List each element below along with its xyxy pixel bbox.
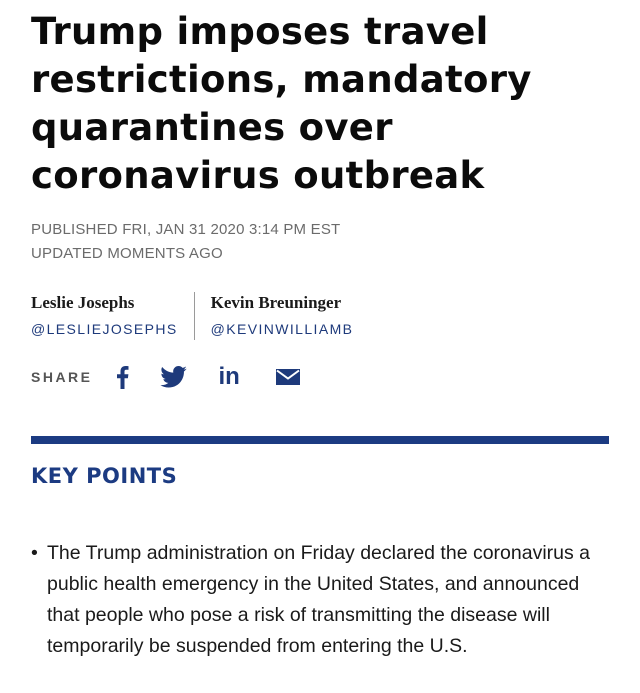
- key-points-title: KEY POINTS: [31, 464, 178, 488]
- author-twitter-handle[interactable]: @KEVINWILLIAMB: [211, 318, 354, 340]
- list-item: • The Trump administration on Friday dec…: [31, 538, 591, 662]
- article-header: Trump imposes travel restrictions, manda…: [31, 8, 611, 392]
- author-name[interactable]: Kevin Breuninger: [211, 292, 354, 314]
- author-kevin-breuninger: Kevin Breuninger @KEVINWILLIAMB: [193, 292, 354, 340]
- share-bar: SHARE in: [31, 362, 611, 392]
- twitter-icon[interactable]: [159, 362, 189, 392]
- article-meta: PUBLISHED FRI, JAN 31 2020 3:14 PM EST U…: [31, 218, 611, 266]
- author-twitter-handle[interactable]: @LESLIEJOSEPHS: [31, 318, 178, 340]
- published-timestamp: PUBLISHED FRI, JAN 31 2020 3:14 PM EST: [31, 221, 341, 238]
- email-icon[interactable]: [274, 362, 302, 392]
- key-points-list: • The Trump administration on Friday dec…: [31, 538, 609, 662]
- key-point-text: The Trump administration on Friday decla…: [47, 542, 591, 657]
- author-byline: Leslie Josephs @LESLIEJOSEPHS Kevin Breu…: [31, 292, 611, 340]
- bullet-icon: •: [31, 542, 38, 564]
- section-divider: [31, 436, 609, 444]
- linkedin-icon[interactable]: in: [219, 362, 240, 392]
- author-name[interactable]: Leslie Josephs: [31, 292, 178, 314]
- updated-timestamp: UPDATED MOMENTS AGO: [31, 245, 223, 262]
- key-points-section: KEY POINTS • The Trump administration on…: [31, 462, 609, 662]
- facebook-icon[interactable]: [111, 362, 135, 392]
- share-label: SHARE: [31, 369, 93, 385]
- author-leslie-josephs: Leslie Josephs @LESLIEJOSEPHS: [31, 292, 194, 340]
- article-headline: Trump imposes travel restrictions, manda…: [31, 10, 532, 197]
